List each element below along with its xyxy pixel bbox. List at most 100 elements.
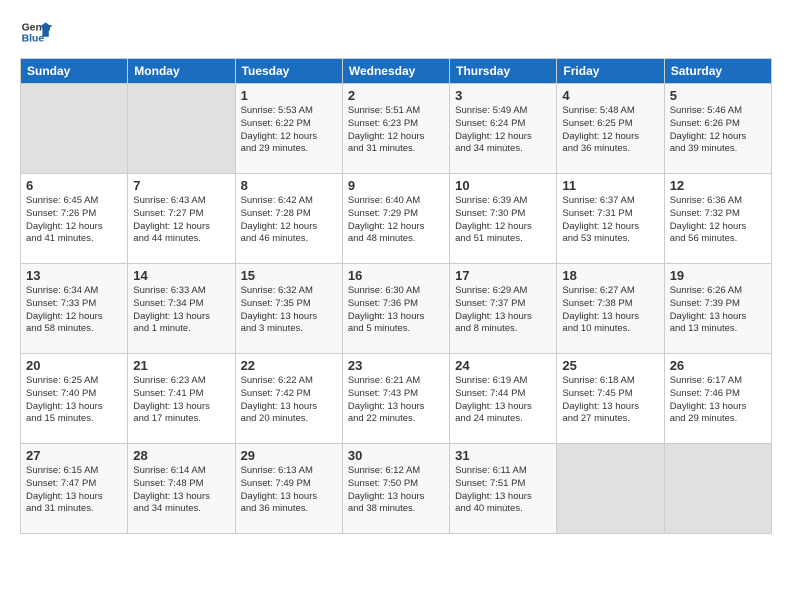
cell-info: Sunrise: 6:15 AM Sunset: 7:47 PM Dayligh… <box>26 465 122 516</box>
calendar-cell: 24 Sunrise: 6:19 AM Sunset: 7:44 PM Dayli… <box>450 354 557 444</box>
day-number: 22 <box>241 358 337 373</box>
cell-info: Sunrise: 5:46 AM Sunset: 6:26 PM Dayligh… <box>670 105 766 156</box>
calendar-cell: 29 Sunrise: 6:13 AM Sunset: 7:49 PM Dayli… <box>235 444 342 534</box>
cell-info: Sunrise: 6:32 AM Sunset: 7:35 PM Dayligh… <box>241 285 337 336</box>
logo-icon: General Blue <box>20 16 52 48</box>
calendar-cell: 22 Sunrise: 6:22 AM Sunset: 7:42 PM Dayli… <box>235 354 342 444</box>
calendar-table: SundayMondayTuesdayWednesdayThursdayFrid… <box>20 58 772 534</box>
cell-info: Sunrise: 6:27 AM Sunset: 7:38 PM Dayligh… <box>562 285 658 336</box>
cell-info: Sunrise: 6:39 AM Sunset: 7:30 PM Dayligh… <box>455 195 551 246</box>
cell-info: Sunrise: 6:45 AM Sunset: 7:26 PM Dayligh… <box>26 195 122 246</box>
day-number: 10 <box>455 178 551 193</box>
day-number: 16 <box>348 268 444 283</box>
calendar-cell <box>128 84 235 174</box>
calendar-cell <box>664 444 771 534</box>
cell-info: Sunrise: 6:25 AM Sunset: 7:40 PM Dayligh… <box>26 375 122 426</box>
cell-info: Sunrise: 6:43 AM Sunset: 7:27 PM Dayligh… <box>133 195 229 246</box>
cell-info: Sunrise: 6:11 AM Sunset: 7:51 PM Dayligh… <box>455 465 551 516</box>
calendar-cell: 3 Sunrise: 5:49 AM Sunset: 6:24 PM Daylig… <box>450 84 557 174</box>
cell-info: Sunrise: 6:21 AM Sunset: 7:43 PM Dayligh… <box>348 375 444 426</box>
day-number: 12 <box>670 178 766 193</box>
cell-info: Sunrise: 6:42 AM Sunset: 7:28 PM Dayligh… <box>241 195 337 246</box>
calendar-cell: 28 Sunrise: 6:14 AM Sunset: 7:48 PM Dayli… <box>128 444 235 534</box>
cell-info: Sunrise: 5:53 AM Sunset: 6:22 PM Dayligh… <box>241 105 337 156</box>
calendar-cell: 14 Sunrise: 6:33 AM Sunset: 7:34 PM Dayli… <box>128 264 235 354</box>
calendar-cell: 12 Sunrise: 6:36 AM Sunset: 7:32 PM Dayli… <box>664 174 771 264</box>
cell-info: Sunrise: 6:14 AM Sunset: 7:48 PM Dayligh… <box>133 465 229 516</box>
day-number: 7 <box>133 178 229 193</box>
calendar-cell: 5 Sunrise: 5:46 AM Sunset: 6:26 PM Daylig… <box>664 84 771 174</box>
calendar-cell: 25 Sunrise: 6:18 AM Sunset: 7:45 PM Dayli… <box>557 354 664 444</box>
day-number: 27 <box>26 448 122 463</box>
day-number: 14 <box>133 268 229 283</box>
day-number: 3 <box>455 88 551 103</box>
cell-info: Sunrise: 6:40 AM Sunset: 7:29 PM Dayligh… <box>348 195 444 246</box>
day-number: 30 <box>348 448 444 463</box>
day-number: 23 <box>348 358 444 373</box>
calendar-cell: 30 Sunrise: 6:12 AM Sunset: 7:50 PM Dayli… <box>342 444 449 534</box>
calendar-cell: 4 Sunrise: 5:48 AM Sunset: 6:25 PM Daylig… <box>557 84 664 174</box>
calendar-cell: 1 Sunrise: 5:53 AM Sunset: 6:22 PM Daylig… <box>235 84 342 174</box>
day-number: 18 <box>562 268 658 283</box>
calendar-cell: 26 Sunrise: 6:17 AM Sunset: 7:46 PM Dayli… <box>664 354 771 444</box>
day-number: 8 <box>241 178 337 193</box>
day-number: 21 <box>133 358 229 373</box>
day-number: 25 <box>562 358 658 373</box>
cell-info: Sunrise: 6:22 AM Sunset: 7:42 PM Dayligh… <box>241 375 337 426</box>
cell-info: Sunrise: 6:17 AM Sunset: 7:46 PM Dayligh… <box>670 375 766 426</box>
day-number: 2 <box>348 88 444 103</box>
day-number: 28 <box>133 448 229 463</box>
day-number: 19 <box>670 268 766 283</box>
column-header-tuesday: Tuesday <box>235 59 342 84</box>
calendar-cell: 10 Sunrise: 6:39 AM Sunset: 7:30 PM Dayli… <box>450 174 557 264</box>
calendar-cell: 20 Sunrise: 6:25 AM Sunset: 7:40 PM Dayli… <box>21 354 128 444</box>
calendar-cell: 27 Sunrise: 6:15 AM Sunset: 7:47 PM Dayli… <box>21 444 128 534</box>
calendar-cell <box>557 444 664 534</box>
day-number: 15 <box>241 268 337 283</box>
day-number: 5 <box>670 88 766 103</box>
calendar-cell: 6 Sunrise: 6:45 AM Sunset: 7:26 PM Daylig… <box>21 174 128 264</box>
cell-info: Sunrise: 6:18 AM Sunset: 7:45 PM Dayligh… <box>562 375 658 426</box>
calendar-cell: 9Sunrise: 6:40 AM Sunset: 7:29 PM Daylig… <box>342 174 449 264</box>
calendar-cell: 13 Sunrise: 6:34 AM Sunset: 7:33 PM Dayli… <box>21 264 128 354</box>
day-number: 11 <box>562 178 658 193</box>
cell-info: Sunrise: 6:12 AM Sunset: 7:50 PM Dayligh… <box>348 465 444 516</box>
cell-info: Sunrise: 6:13 AM Sunset: 7:49 PM Dayligh… <box>241 465 337 516</box>
column-header-friday: Friday <box>557 59 664 84</box>
cell-info: Sunrise: 6:37 AM Sunset: 7:31 PM Dayligh… <box>562 195 658 246</box>
column-header-saturday: Saturday <box>664 59 771 84</box>
cell-info: Sunrise: 6:29 AM Sunset: 7:37 PM Dayligh… <box>455 285 551 336</box>
cell-info: Sunrise: 6:23 AM Sunset: 7:41 PM Dayligh… <box>133 375 229 426</box>
day-number: 24 <box>455 358 551 373</box>
cell-info: Sunrise: 6:30 AM Sunset: 7:36 PM Dayligh… <box>348 285 444 336</box>
day-number: 31 <box>455 448 551 463</box>
day-number: 29 <box>241 448 337 463</box>
logo: General Blue <box>20 16 52 48</box>
calendar-cell: 2Sunrise: 5:51 AM Sunset: 6:23 PM Daylig… <box>342 84 449 174</box>
header: General Blue <box>20 16 772 48</box>
day-number: 4 <box>562 88 658 103</box>
cell-info: Sunrise: 6:33 AM Sunset: 7:34 PM Dayligh… <box>133 285 229 336</box>
calendar-cell: 15 Sunrise: 6:32 AM Sunset: 7:35 PM Dayli… <box>235 264 342 354</box>
calendar-cell: 23 Sunrise: 6:21 AM Sunset: 7:43 PM Dayli… <box>342 354 449 444</box>
calendar-cell: 31 Sunrise: 6:11 AM Sunset: 7:51 PM Dayli… <box>450 444 557 534</box>
column-header-monday: Monday <box>128 59 235 84</box>
day-number: 6 <box>26 178 122 193</box>
day-number: 20 <box>26 358 122 373</box>
column-header-sunday: Sunday <box>21 59 128 84</box>
day-number: 26 <box>670 358 766 373</box>
cell-info: Sunrise: 6:34 AM Sunset: 7:33 PM Dayligh… <box>26 285 122 336</box>
cell-info: Sunrise: 5:49 AM Sunset: 6:24 PM Dayligh… <box>455 105 551 156</box>
cell-info: Sunrise: 6:19 AM Sunset: 7:44 PM Dayligh… <box>455 375 551 426</box>
day-number: 17 <box>455 268 551 283</box>
day-number: 1 <box>241 88 337 103</box>
day-number: 13 <box>26 268 122 283</box>
svg-text:Blue: Blue <box>22 34 45 45</box>
calendar-cell: 21 Sunrise: 6:23 AM Sunset: 7:41 PM Dayli… <box>128 354 235 444</box>
cell-info: Sunrise: 5:48 AM Sunset: 6:25 PM Dayligh… <box>562 105 658 156</box>
calendar-cell: 7 Sunrise: 6:43 AM Sunset: 7:27 PM Daylig… <box>128 174 235 264</box>
calendar-cell: 16 Sunrise: 6:30 AM Sunset: 7:36 PM Dayli… <box>342 264 449 354</box>
calendar-cell: 17 Sunrise: 6:29 AM Sunset: 7:37 PM Dayli… <box>450 264 557 354</box>
calendar-cell: 11 Sunrise: 6:37 AM Sunset: 7:31 PM Dayli… <box>557 174 664 264</box>
cell-info: Sunrise: 6:36 AM Sunset: 7:32 PM Dayligh… <box>670 195 766 246</box>
